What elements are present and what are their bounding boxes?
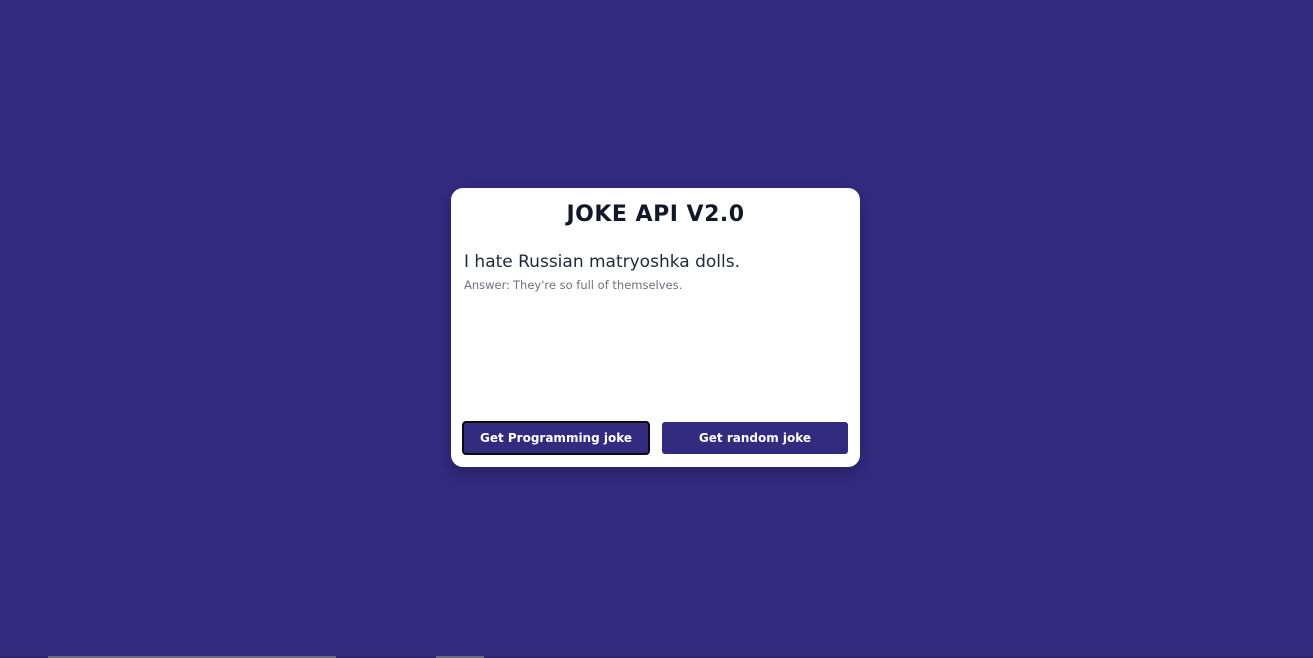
- joke-answer: They're so full of themselves.: [513, 278, 683, 292]
- joke-answer-line: Answer: They're so full of themselves.: [464, 278, 847, 292]
- joke-question: I hate Russian matryoshka dolls.: [464, 252, 740, 272]
- joke-card: JOKE API V2.0 I hate Russian matryoshka …: [451, 188, 860, 467]
- get-random-joke-button[interactable]: Get random joke: [662, 422, 848, 454]
- page-title: JOKE API V2.0: [566, 202, 745, 227]
- get-programming-joke-button[interactable]: Get Programming joke: [462, 421, 650, 455]
- joke-answer-prefix: Answer:: [464, 278, 511, 292]
